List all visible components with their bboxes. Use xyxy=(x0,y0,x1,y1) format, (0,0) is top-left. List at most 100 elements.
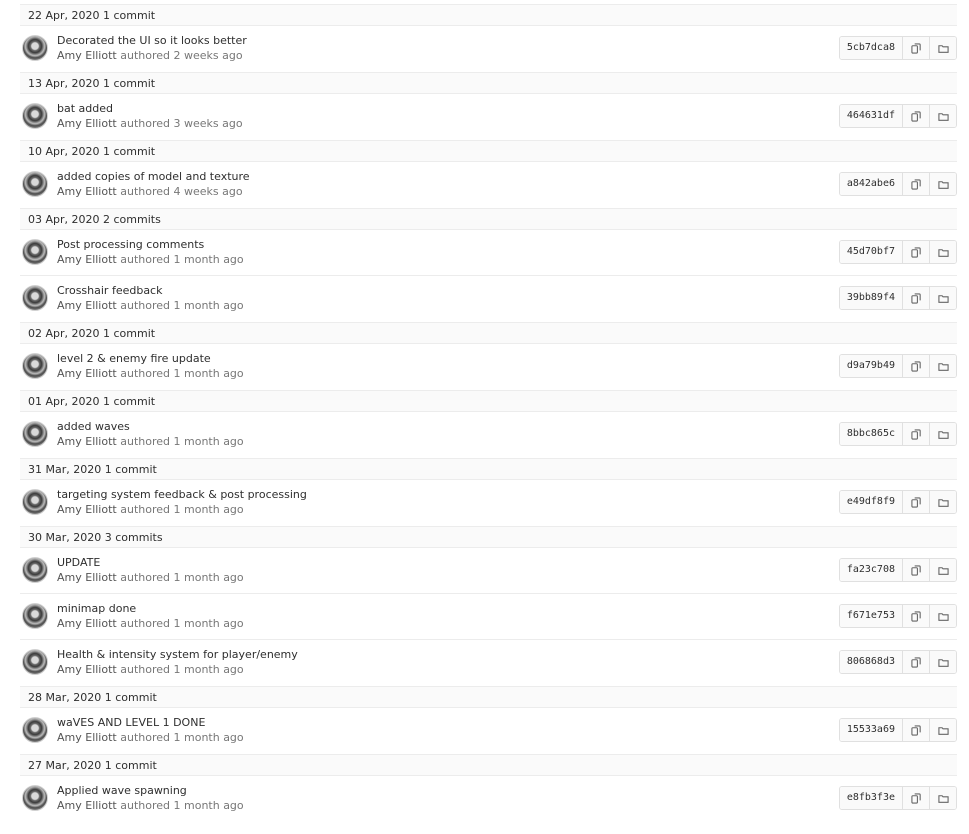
commit-author[interactable]: Amy Elliott xyxy=(57,571,117,584)
browse-files-button[interactable] xyxy=(929,787,956,809)
browse-files-button[interactable] xyxy=(929,37,956,59)
browse-files-button[interactable] xyxy=(929,605,956,627)
avatar[interactable] xyxy=(22,603,48,629)
browse-files-button[interactable] xyxy=(929,491,956,513)
commit-title[interactable]: waVES AND LEVEL 1 DONE xyxy=(57,716,244,730)
avatar[interactable] xyxy=(22,785,48,811)
commit-title[interactable]: minimap done xyxy=(57,602,244,616)
day-header: 10 Apr, 2020 1 commit xyxy=(20,140,957,162)
day-date: 01 Apr, 2020 xyxy=(28,395,100,408)
browse-files-button[interactable] xyxy=(929,105,956,127)
commit-sha[interactable]: e49df8f9 xyxy=(839,491,903,513)
commit-row: added waves Amy Elliott authored 1 month… xyxy=(20,412,957,458)
avatar[interactable] xyxy=(22,103,48,129)
commit-title[interactable]: level 2 & enemy fire update xyxy=(57,352,244,366)
commit-author[interactable]: Amy Elliott xyxy=(57,503,117,516)
browse-files-button[interactable] xyxy=(929,173,956,195)
copy-sha-button[interactable] xyxy=(903,491,929,513)
avatar[interactable] xyxy=(22,717,48,743)
copy-sha-button[interactable] xyxy=(903,37,929,59)
commit-author[interactable]: Amy Elliott xyxy=(57,731,117,744)
commit-sha[interactable]: 806868d3 xyxy=(839,651,903,673)
copy-sha-button[interactable] xyxy=(903,719,929,741)
commit-title[interactable]: bat added xyxy=(57,102,243,116)
commit-time: 1 month ago xyxy=(173,503,244,516)
day-header: 22 Apr, 2020 1 commit xyxy=(20,4,957,26)
commit-author[interactable]: Amy Elliott xyxy=(57,49,117,62)
avatar[interactable] xyxy=(22,489,48,515)
commit-author[interactable]: Amy Elliott xyxy=(57,435,117,448)
avatar[interactable] xyxy=(22,421,48,447)
commit-sha[interactable]: a842abe6 xyxy=(839,173,903,195)
day-commit-count: 1 commit xyxy=(104,759,157,772)
browse-files-button[interactable] xyxy=(929,651,956,673)
folder-icon xyxy=(937,44,949,53)
commit-title[interactable]: targeting system feedback & post process… xyxy=(57,488,307,502)
commit-sha[interactable]: 464631df xyxy=(839,105,903,127)
commit-sha[interactable]: fa23c708 xyxy=(839,559,903,581)
commit-author[interactable]: Amy Elliott xyxy=(57,185,117,198)
copy-sha-button[interactable] xyxy=(903,287,929,309)
day-date: 03 Apr, 2020 xyxy=(28,213,100,226)
commit-title[interactable]: Health & intensity system for player/ene… xyxy=(57,648,298,662)
copy-sha-button[interactable] xyxy=(903,105,929,127)
copy-sha-button[interactable] xyxy=(903,651,929,673)
copy-sha-button[interactable] xyxy=(903,173,929,195)
browse-files-button[interactable] xyxy=(929,355,956,377)
copy-icon xyxy=(910,178,921,190)
browse-files-button[interactable] xyxy=(929,241,956,263)
avatar[interactable] xyxy=(22,285,48,311)
browse-files-button[interactable] xyxy=(929,423,956,445)
commit-actions: 15533a69 xyxy=(838,718,957,742)
commit-title[interactable]: Crosshair feedback xyxy=(57,284,244,298)
avatar[interactable] xyxy=(22,171,48,197)
copy-icon xyxy=(910,496,921,508)
commit-time: 1 month ago xyxy=(173,663,244,676)
copy-sha-button[interactable] xyxy=(903,355,929,377)
commit-author[interactable]: Amy Elliott xyxy=(57,663,117,676)
commit-author[interactable]: Amy Elliott xyxy=(57,617,117,630)
commit-title[interactable]: UPDATE xyxy=(57,556,244,570)
avatar[interactable] xyxy=(22,557,48,583)
commit-author[interactable]: Amy Elliott xyxy=(57,117,117,130)
commit-sha[interactable]: e8fb3f3e xyxy=(839,787,903,809)
commit-sha[interactable]: 8bbc865c xyxy=(839,423,903,445)
commit-time: 1 month ago xyxy=(173,799,244,812)
day-header: 13 Apr, 2020 1 commit xyxy=(20,72,957,94)
copy-sha-button[interactable] xyxy=(903,241,929,263)
commit-title[interactable]: Applied wave spawning xyxy=(57,784,244,798)
commit-sha[interactable]: d9a79b49 xyxy=(839,355,903,377)
commit-meta: Amy Elliott authored 1 month ago xyxy=(57,298,244,313)
commit-sha[interactable]: f671e753 xyxy=(839,605,903,627)
browse-files-button[interactable] xyxy=(929,287,956,309)
copy-sha-button[interactable] xyxy=(903,559,929,581)
commit-title[interactable]: Post processing comments xyxy=(57,238,244,252)
avatar[interactable] xyxy=(22,649,48,675)
commit-sha[interactable]: 45d70bf7 xyxy=(839,241,903,263)
avatar[interactable] xyxy=(22,239,48,265)
commit-sha[interactable]: 15533a69 xyxy=(839,719,903,741)
commit-title[interactable]: added copies of model and texture xyxy=(57,170,250,184)
commit-title[interactable]: added waves xyxy=(57,420,244,434)
commit-verb: authored xyxy=(120,117,170,130)
commit-time: 1 month ago xyxy=(173,731,244,744)
commit-author[interactable]: Amy Elliott xyxy=(57,253,117,266)
day-commit-count: 1 commit xyxy=(104,463,157,476)
copy-sha-button[interactable] xyxy=(903,605,929,627)
commit-author[interactable]: Amy Elliott xyxy=(57,367,117,380)
commit-sha[interactable]: 5cb7dca8 xyxy=(839,37,903,59)
folder-icon xyxy=(937,112,949,121)
copy-sha-button[interactable] xyxy=(903,423,929,445)
commit-author[interactable]: Amy Elliott xyxy=(57,299,117,312)
commit-title[interactable]: Decorated the UI so it looks better xyxy=(57,34,247,48)
avatar[interactable] xyxy=(22,353,48,379)
browse-files-button[interactable] xyxy=(929,719,956,741)
day-commit-count: 1 commit xyxy=(103,77,156,90)
commit-author[interactable]: Amy Elliott xyxy=(57,799,117,812)
copy-icon xyxy=(910,42,921,54)
commit-meta: Amy Elliott authored 1 month ago xyxy=(57,662,298,677)
browse-files-button[interactable] xyxy=(929,559,956,581)
copy-sha-button[interactable] xyxy=(903,787,929,809)
commit-sha[interactable]: 39bb89f4 xyxy=(839,287,903,309)
avatar[interactable] xyxy=(22,35,48,61)
